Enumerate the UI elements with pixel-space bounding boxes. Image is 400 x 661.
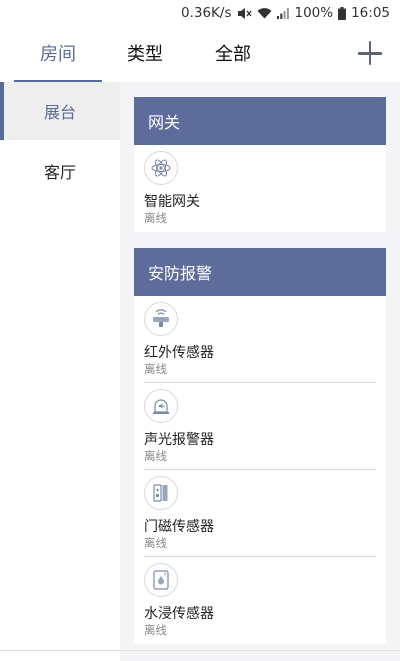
alarm-siren-icon bbox=[144, 389, 178, 423]
signal-icon bbox=[277, 7, 290, 19]
infrared-sensor-icon bbox=[144, 302, 178, 336]
door-sensor-icon bbox=[144, 476, 178, 510]
device-item[interactable]: 水浸传感器 离线 bbox=[134, 557, 386, 644]
tab-room[interactable]: 房间 bbox=[40, 40, 76, 66]
room-sidebar: 展台 客厅 bbox=[0, 82, 120, 661]
clock: 16:05 bbox=[351, 5, 390, 21]
group-header: 网关 bbox=[134, 97, 386, 145]
device-item[interactable]: 门磁传感器 离线 bbox=[134, 470, 386, 557]
device-item[interactable]: 声光报警器 离线 bbox=[134, 383, 386, 470]
gateway-icon bbox=[144, 151, 178, 185]
device-status: 离线 bbox=[144, 536, 167, 550]
device-item[interactable]: 红外传感器 离线 bbox=[134, 296, 386, 383]
group-title: 网关 bbox=[148, 113, 181, 132]
device-status: 离线 bbox=[144, 362, 167, 376]
group-gateway: 网关 智能网关 离线 bbox=[134, 97, 386, 232]
tab-type[interactable]: 类型 bbox=[127, 40, 163, 66]
battery-icon bbox=[338, 6, 347, 20]
sidebar-item-label: 客厅 bbox=[43, 163, 76, 182]
group-header: 安防报警 bbox=[134, 248, 386, 296]
device-name: 水浸传感器 bbox=[144, 606, 214, 622]
status-bar: 0.36K/s 100% 16:05 bbox=[0, 0, 400, 26]
wifi-icon bbox=[257, 7, 272, 19]
device-item[interactable]: 智能网关 离线 bbox=[134, 145, 386, 232]
device-name: 智能网关 bbox=[144, 194, 200, 210]
bottom-divider bbox=[0, 650, 400, 651]
sidebar-item-showroom[interactable]: 展台 bbox=[0, 82, 120, 140]
device-list: 网关 智能网关 离线 安防报警 红外传感器 离线 声光报警器 离线 门磁传感器 … bbox=[120, 82, 400, 661]
battery-level: 100% bbox=[294, 5, 334, 21]
plus-icon[interactable] bbox=[356, 39, 384, 67]
mute-icon bbox=[236, 7, 253, 20]
tab-all[interactable]: 全部 bbox=[215, 40, 251, 66]
device-status: 离线 bbox=[144, 623, 167, 637]
device-status: 离线 bbox=[144, 449, 167, 463]
water-sensor-icon bbox=[144, 563, 178, 597]
top-tab-bar: 房间 类型 全部 bbox=[0, 26, 400, 82]
sidebar-item-living-room[interactable]: 客厅 bbox=[0, 142, 120, 200]
sidebar-item-label: 展台 bbox=[43, 103, 76, 122]
group-title: 安防报警 bbox=[148, 264, 213, 283]
device-name: 声光报警器 bbox=[144, 432, 214, 448]
group-security: 安防报警 红外传感器 离线 声光报警器 离线 门磁传感器 离线 水浸传感器 离线 bbox=[134, 248, 386, 644]
device-status: 离线 bbox=[144, 211, 167, 225]
network-speed: 0.36K/s bbox=[180, 5, 232, 21]
device-name: 红外传感器 bbox=[144, 345, 214, 361]
device-name: 门磁传感器 bbox=[144, 519, 214, 535]
